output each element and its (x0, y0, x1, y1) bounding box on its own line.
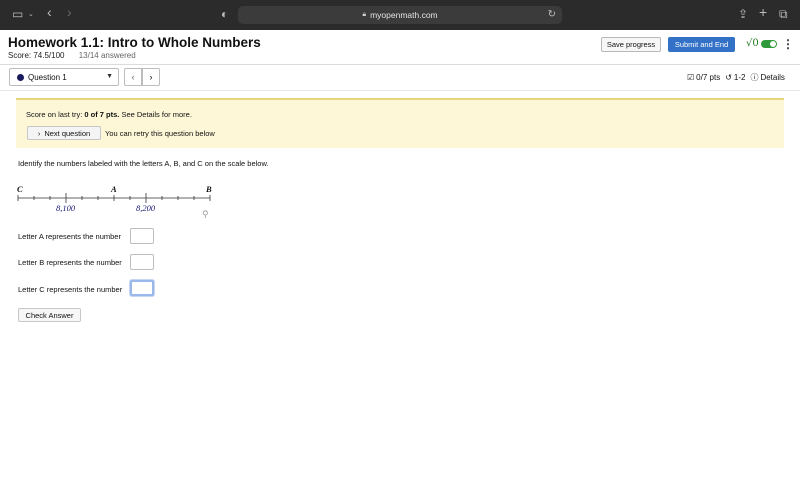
chevron-right-icon: › (37, 128, 41, 138)
last-try-prefix: Score on last try: (26, 110, 85, 119)
number-line-axis (17, 193, 211, 203)
math-entry-toggle[interactable]: √0 (746, 38, 777, 49)
divider (0, 64, 800, 65)
privacy-shield-icon[interactable]: ◐ (221, 7, 228, 21)
answer-c-label: Letter C represents the number (18, 285, 123, 294)
info-icon[interactable]: ⓘ (750, 72, 758, 83)
last-try-text: Score on last try: 0 of 7 pts. See Detai… (26, 110, 192, 119)
checkbox-icon: ☑ (687, 73, 695, 82)
score-summary: Score: 74.5/100 13/14 answered (8, 51, 136, 60)
lock-icon: 🔒︎ (362, 11, 367, 18)
last-try-suffix: See Details for more. (119, 110, 192, 119)
page-title: Homework 1.1: Intro to Whole Numbers (8, 35, 261, 50)
number-line: C A B 8,100 8,200 (14, 182, 214, 214)
last-try-score: 0 of 7 pts. (84, 110, 120, 119)
forward-icon[interactable]: › (67, 4, 72, 20)
previous-question-button[interactable]: ‹ (124, 68, 142, 86)
retry-icon: ↺ (725, 73, 732, 82)
reload-icon[interactable]: ↻ (548, 9, 556, 20)
answer-c-input[interactable] (130, 280, 154, 296)
check-answer-button[interactable]: Check Answer (18, 308, 81, 322)
toggle-switch[interactable] (760, 39, 777, 48)
submit-and-end-button[interactable]: Submit and End (668, 37, 735, 52)
question-select-label: Question 1 (28, 72, 67, 82)
tab-overview-icon[interactable]: ⧉ (779, 7, 788, 22)
last-try-notice: Score on last try: 0 of 7 pts. See Detai… (16, 98, 784, 148)
tick-label-8100: 8,100 (56, 203, 76, 213)
score-text: Score: 74.5/100 (8, 51, 65, 60)
more-options-icon[interactable]: ⋮ (782, 37, 794, 51)
next-question-button[interactable]: › Next question (27, 126, 101, 140)
details-link[interactable]: Details (760, 73, 784, 82)
share-icon[interactable]: ⇪ (738, 7, 748, 21)
question-prompt: Identify the numbers labeled with the le… (18, 159, 269, 168)
sidebar-icon[interactable]: ▭ (12, 7, 23, 21)
next-question-arrow-button[interactable]: › (142, 68, 160, 86)
save-progress-button[interactable]: Save progress (601, 37, 661, 52)
tick-label-8200: 8,200 (136, 203, 156, 213)
chevron-down-icon[interactable]: ⌄ (28, 10, 34, 18)
answer-b-input[interactable] (130, 254, 154, 270)
answer-b-label: Letter B represents the number (18, 258, 122, 267)
address-bar[interactable]: 🔒︎ myopenmath.com ↻ (238, 6, 562, 24)
new-tab-icon[interactable]: + (759, 4, 767, 20)
attempts-text: 1-2 (733, 73, 746, 82)
next-question-label: Next question (44, 128, 91, 138)
sqrt-icon: √0 (746, 38, 759, 49)
points-text: 0/7 pts (696, 73, 721, 82)
back-icon[interactable]: ‹ (47, 4, 52, 20)
url-text: myopenmath.com (370, 10, 438, 20)
answer-a-input[interactable] (130, 228, 154, 244)
retry-message: You can retry this question below (105, 129, 215, 138)
browser-toolbar: ▭ ⌄ ‹ › ◐ 🔒︎ myopenmath.com ↻ ⇪ + ⧉ (0, 0, 800, 30)
divider (0, 90, 800, 91)
answered-count: 13/14 answered (78, 51, 136, 60)
question-meta: ☑ 0/7 pts ↺ 1-2 ⓘ Details (687, 72, 785, 83)
question-select[interactable]: Question 1 ▼ (9, 68, 119, 86)
magnify-icon[interactable]: ⚲ (202, 209, 209, 220)
caret-down-icon: ▼ (106, 73, 113, 80)
question-status-dot (17, 73, 24, 81)
answer-a-label: Letter A represents the number (18, 232, 121, 241)
